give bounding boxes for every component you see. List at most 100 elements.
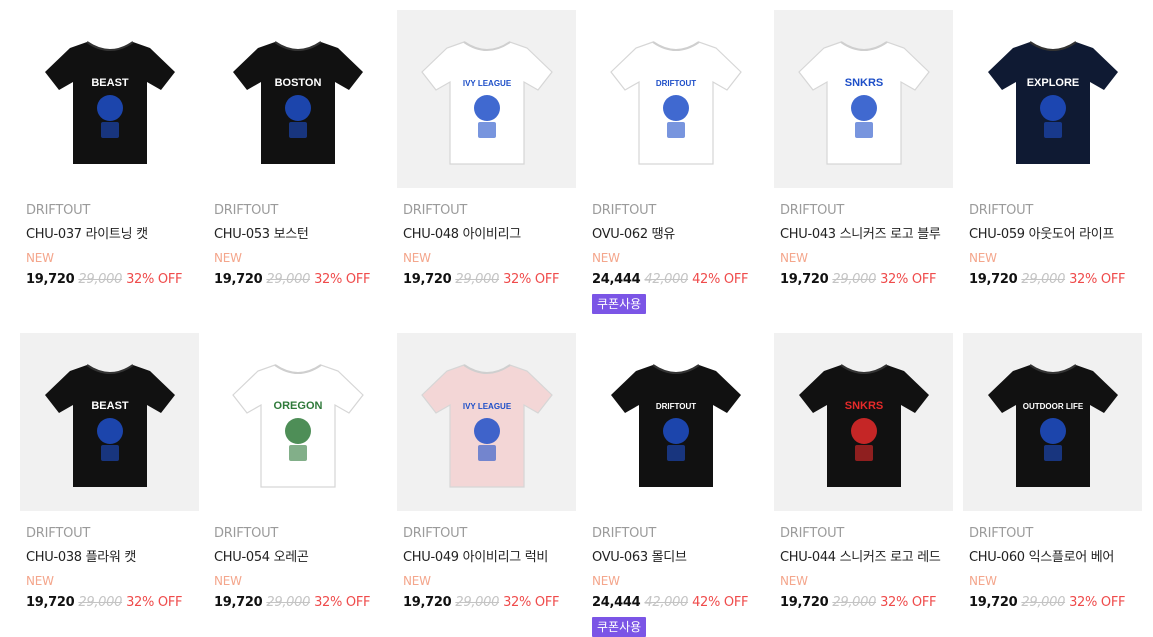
discount-rate: 42% OFF	[692, 272, 749, 287]
product-image[interactable]: OUTDOOR LIFE	[963, 333, 1142, 511]
svg-text:IVY LEAGUE: IVY LEAGUE	[462, 79, 511, 88]
product-image[interactable]: IVY LEAGUE	[397, 10, 576, 188]
svg-text:DRIFTOUT: DRIFTOUT	[655, 402, 695, 411]
product-brand[interactable]: DRIFTOUT	[592, 525, 767, 542]
product-brand[interactable]: DRIFTOUT	[780, 202, 955, 219]
white-tshirt-blue-v-icon: DRIFTOUT	[601, 24, 751, 174]
product-image[interactable]: OREGON	[208, 333, 387, 511]
product-name[interactable]: CHU-044 스니커즈 로고 레드	[780, 549, 955, 567]
product-name[interactable]: CHU-054 오레곤	[214, 549, 389, 567]
new-badge: NEW	[780, 574, 808, 588]
product-image[interactable]: DRIFTOUT	[586, 10, 765, 188]
product-info: DRIFTOUT CHU-043 스니커즈 로고 블루 NEW 19,720 29…	[780, 202, 955, 289]
black-tshirt-skull-palm-icon: DRIFTOUT	[601, 347, 751, 497]
svg-text:OUTDOOR LIFE: OUTDOOR LIFE	[1022, 402, 1083, 411]
product-name[interactable]: CHU-059 아웃도어 라이프	[969, 226, 1144, 244]
product-image[interactable]: DRIFTOUT	[586, 333, 765, 511]
sale-price: 19,720	[403, 595, 452, 610]
sale-price: 19,720	[403, 272, 452, 287]
coupon-badge[interactable]: 쿠폰사용	[592, 617, 647, 637]
product-name[interactable]: OVU-062 땡유	[592, 226, 767, 244]
product-name[interactable]: CHU-049 아이비리그 럭비	[403, 549, 578, 567]
original-price: 29,000	[266, 595, 311, 610]
sale-price: 24,444	[592, 272, 641, 287]
original-price: 29,000	[455, 272, 500, 287]
original-price: 29,000	[78, 272, 123, 287]
sale-price: 24,444	[592, 595, 641, 610]
new-badge: NEW	[403, 574, 431, 588]
product-brand[interactable]: DRIFTOUT	[26, 525, 201, 542]
product-name[interactable]: CHU-048 아이비리그	[403, 226, 578, 244]
new-badge: NEW	[592, 251, 620, 265]
model-black-tshirt-bear-icon: BOSTON	[223, 24, 373, 174]
new-badge: NEW	[214, 251, 242, 265]
sale-price: 19,720	[969, 272, 1018, 287]
black-tshirt-cat-print-icon: BEAST	[35, 24, 185, 174]
product-info: DRIFTOUT OVU-063 몰디브 NEW 24,444 42,000 42%…	[592, 525, 767, 637]
price-row: 19,720 29,000 32% OFF	[214, 271, 389, 289]
product-brand[interactable]: DRIFTOUT	[403, 202, 578, 219]
price-row: 19,720 29,000 32% OFF	[214, 594, 389, 612]
svg-text:EXPLORE: EXPLORE	[1026, 77, 1079, 89]
black-tshirt-red-snkrs-icon: SNKRS	[789, 347, 939, 497]
product-info: DRIFTOUT CHU-049 아이비리그 럭비 NEW 19,720 29,0…	[403, 525, 578, 612]
price-row: 19,720 29,000 32% OFF	[403, 594, 578, 612]
product-image[interactable]: EXPLORE	[963, 10, 1142, 188]
price-row: 19,720 29,000 32% OFF	[969, 594, 1144, 612]
product-name[interactable]: CHU-038 플라워 캣	[26, 549, 201, 567]
svg-text:SNKRS: SNKRS	[844, 77, 883, 89]
sale-price: 19,720	[214, 272, 263, 287]
product-info: DRIFTOUT CHU-037 라이트닝 캣 NEW 19,720 29,000…	[26, 202, 201, 289]
sale-price: 19,720	[26, 272, 75, 287]
discount-rate: 32% OFF	[1069, 595, 1126, 610]
discount-rate: 32% OFF	[314, 272, 371, 287]
product-image[interactable]: BOSTON	[208, 10, 387, 188]
sale-price: 19,720	[969, 595, 1018, 610]
svg-text:BOSTON: BOSTON	[274, 77, 321, 89]
product-brand[interactable]: DRIFTOUT	[592, 202, 767, 219]
product-name[interactable]: CHU-043 스니커즈 로고 블루	[780, 226, 955, 244]
product-image[interactable]: SNKRS	[774, 333, 953, 511]
product-info: DRIFTOUT CHU-059 아웃도어 라이프 NEW 19,720 29,0…	[969, 202, 1144, 289]
product-info: DRIFTOUT CHU-048 아이비리그 NEW 19,720 29,000 3…	[403, 202, 578, 289]
original-price: 29,000	[1021, 595, 1066, 610]
navy-tshirt-outdoor-print-icon: EXPLORE	[978, 24, 1128, 174]
discount-rate: 32% OFF	[880, 272, 937, 287]
sale-price: 19,720	[780, 595, 829, 610]
product-image[interactable]: BEAST	[20, 10, 199, 188]
original-price: 42,000	[644, 272, 689, 287]
product-brand[interactable]: DRIFTOUT	[969, 202, 1144, 219]
price-row: 24,444 42,000 42% OFF	[592, 594, 767, 612]
product-image[interactable]: BEAST	[20, 333, 199, 511]
svg-text:SNKRS: SNKRS	[844, 400, 883, 412]
product-image[interactable]: IVY LEAGUE	[397, 333, 576, 511]
product-info: DRIFTOUT CHU-038 플라워 캣 NEW 19,720 29,000 3…	[26, 525, 201, 612]
coupon-badge[interactable]: 쿠폰사용	[592, 294, 647, 314]
product-brand[interactable]: DRIFTOUT	[214, 202, 389, 219]
sale-price: 19,720	[26, 595, 75, 610]
new-badge: NEW	[969, 574, 997, 588]
product-name[interactable]: CHU-060 익스플로어 베어	[969, 549, 1144, 567]
model-black-tshirt-explorer-bear-icon: OUTDOOR LIFE	[978, 347, 1128, 497]
product-name[interactable]: OVU-063 몰디브	[592, 549, 767, 567]
product-name[interactable]: CHU-053 보스턴	[214, 226, 389, 244]
new-badge: NEW	[592, 574, 620, 588]
product-name[interactable]: CHU-037 라이트닝 캣	[26, 226, 201, 244]
model-pink-tshirt-bear-icon: IVY LEAGUE	[412, 347, 562, 497]
original-price: 29,000	[832, 272, 877, 287]
discount-rate: 32% OFF	[314, 595, 371, 610]
product-info: DRIFTOUT OVU-062 땡유 NEW 24,444 42,000 42% …	[592, 202, 767, 314]
price-row: 19,720 29,000 32% OFF	[403, 271, 578, 289]
svg-text:DRIFTOUT: DRIFTOUT	[655, 79, 695, 88]
product-brand[interactable]: DRIFTOUT	[403, 525, 578, 542]
product-brand[interactable]: DRIFTOUT	[969, 525, 1144, 542]
product-brand[interactable]: DRIFTOUT	[26, 202, 201, 219]
product-brand[interactable]: DRIFTOUT	[214, 525, 389, 542]
new-badge: NEW	[26, 574, 54, 588]
original-price: 29,000	[455, 595, 500, 610]
new-badge: NEW	[26, 251, 54, 265]
product-brand[interactable]: DRIFTOUT	[780, 525, 955, 542]
product-image[interactable]: SNKRS	[774, 10, 953, 188]
white-tshirt-oregon-bear-icon: OREGON	[223, 347, 373, 497]
new-badge: NEW	[969, 251, 997, 265]
